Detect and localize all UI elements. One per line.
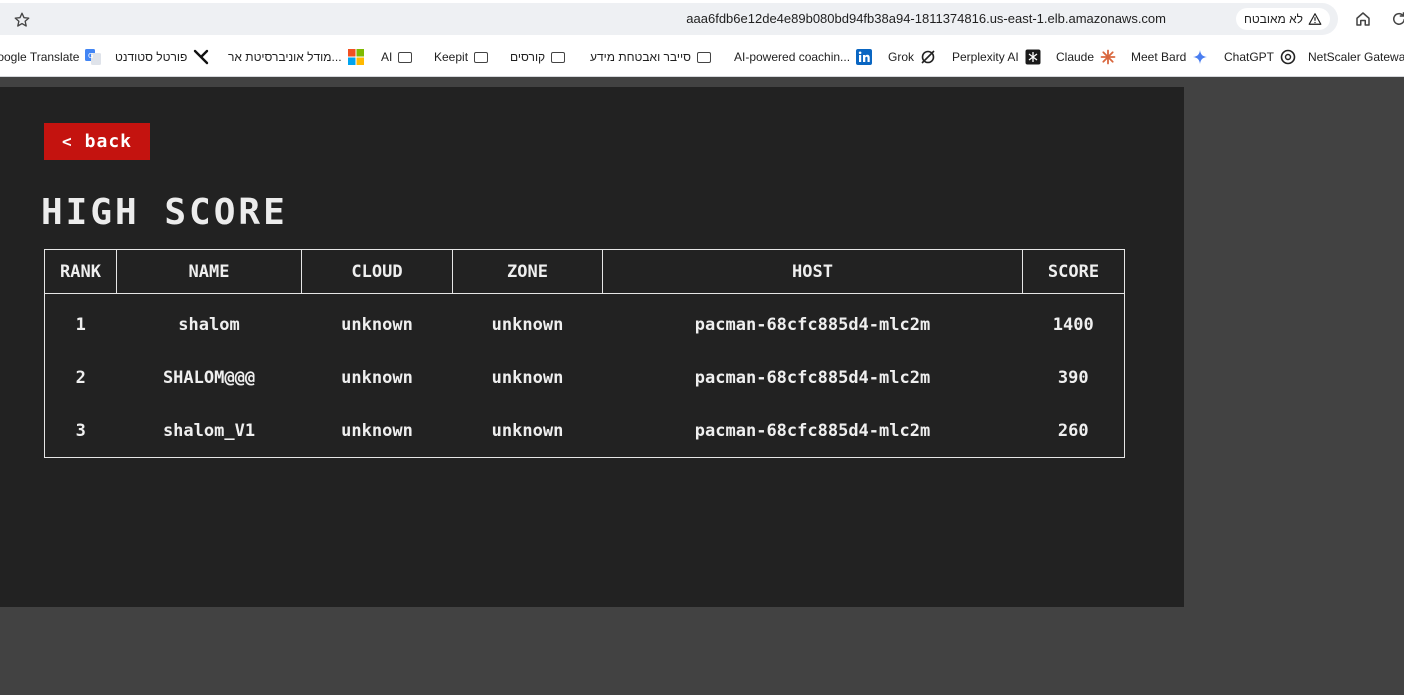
cell-host: pacman-68cfc885d4-mlc2m bbox=[694, 314, 931, 335]
cell-cloud: unknown bbox=[341, 420, 413, 441]
table-row: 3 shalom_V1 unknown unknown pacman-68cfc… bbox=[45, 404, 1125, 458]
back-button[interactable]: < back bbox=[44, 123, 150, 160]
bookmark-label: Google Translate bbox=[0, 50, 80, 64]
bookmark-label: ChatGPT bbox=[1224, 50, 1275, 64]
bookmark-label: סייבר ואבטחת מידע bbox=[590, 50, 691, 64]
cell-zone: unknown bbox=[491, 314, 564, 335]
cell-name: shalom bbox=[178, 314, 240, 335]
bookmark-student-portal[interactable]: פורטל סטודנט bbox=[115, 48, 209, 66]
security-chip[interactable]: לא מאובטח bbox=[1235, 8, 1330, 30]
table-header-row: RANK NAME CLOUD ZONE HOST SCORE bbox=[44, 249, 1125, 294]
bookmark-folder-cyber[interactable]: סייבר ואבטחת מידע bbox=[590, 48, 711, 66]
chatgpt-icon bbox=[1280, 49, 1296, 65]
folder-icon bbox=[398, 51, 413, 63]
bookmark-folder-courses[interactable]: קורסים bbox=[510, 48, 566, 66]
url-text[interactable]: aaa6fdb6e12de4e89b080bd94fb38a94-1811374… bbox=[686, 11, 1166, 26]
bookmark-label: קורסים bbox=[510, 50, 546, 64]
reload-icon[interactable] bbox=[1390, 10, 1404, 28]
bookmark-claude[interactable]: Claude bbox=[1056, 48, 1116, 66]
back-label: back bbox=[84, 131, 132, 152]
linkedin-icon bbox=[856, 49, 873, 65]
page-title: HIGH SCORE bbox=[41, 192, 288, 233]
bookmark-coaching[interactable]: AI-powered coachin... bbox=[734, 48, 873, 66]
bookmark-bard[interactable]: Meet Bard bbox=[1131, 48, 1208, 66]
warning-icon bbox=[1308, 13, 1322, 25]
cell-rank: 2 bbox=[75, 367, 86, 388]
column-header-host: HOST bbox=[602, 249, 1023, 294]
bookmark-label: Meet Bard bbox=[1131, 50, 1187, 64]
cell-host: pacman-68cfc885d4-mlc2m bbox=[694, 367, 931, 388]
high-score-table: RANK NAME CLOUD ZONE HOST SCORE 1 shalom… bbox=[44, 249, 1125, 458]
bookmark-label: Claude bbox=[1056, 50, 1095, 64]
column-header-zone: ZONE bbox=[452, 249, 603, 294]
cell-cloud: unknown bbox=[341, 314, 413, 335]
column-header-rank: RANK bbox=[44, 249, 117, 294]
folder-icon bbox=[551, 51, 566, 63]
microsoft-icon bbox=[347, 49, 364, 65]
cell-zone: unknown bbox=[491, 420, 564, 441]
bookmark-perplexity[interactable]: Perplexity AI bbox=[952, 48, 1041, 66]
svg-text:G: G bbox=[88, 52, 93, 60]
cell-score: 260 bbox=[1057, 420, 1089, 441]
browser-toolbar: aaa6fdb6e12de4e89b080bd94fb38a94-1811374… bbox=[0, 0, 1404, 38]
security-label: לא מאובטח bbox=[1243, 12, 1303, 26]
bookmark-google-translate[interactable]: Google Translate G bbox=[0, 48, 102, 66]
cell-rank: 1 bbox=[75, 314, 86, 335]
bookmark-label: NetScaler Gateway bbox=[1308, 50, 1404, 64]
cell-cloud: unknown bbox=[341, 367, 413, 388]
folder-icon bbox=[474, 51, 489, 63]
bard-icon bbox=[1193, 50, 1208, 64]
grok-icon bbox=[921, 50, 935, 64]
bookmark-netscaler[interactable]: NetScaler Gateway bbox=[1308, 48, 1404, 66]
translate-icon: G bbox=[85, 49, 102, 65]
bookmark-label: AI bbox=[381, 50, 393, 64]
column-header-score: SCORE bbox=[1022, 249, 1125, 294]
cell-host: pacman-68cfc885d4-mlc2m bbox=[694, 420, 931, 441]
bookmark-label: מודל אוניברסיטת אר... bbox=[228, 50, 342, 64]
perplexity-icon bbox=[1025, 49, 1041, 65]
cell-score: 390 bbox=[1057, 367, 1089, 388]
game-panel: < back HIGH SCORE RANK NAME CLOUD ZONE H… bbox=[0, 87, 1184, 607]
cell-rank: 3 bbox=[75, 420, 86, 441]
bookmark-university-model[interactable]: מודל אוניברסיטת אר... bbox=[228, 48, 364, 66]
bookmark-label: פורטל סטודנט bbox=[115, 50, 188, 64]
address-bar[interactable]: aaa6fdb6e12de4e89b080bd94fb38a94-1811374… bbox=[0, 3, 1338, 35]
bookmark-chatgpt[interactable]: ChatGPT bbox=[1224, 48, 1296, 66]
cell-name: shalom_V1 bbox=[162, 420, 256, 441]
chevron-left-icon: < bbox=[62, 132, 73, 151]
cell-zone: unknown bbox=[491, 367, 564, 388]
bookmark-label: Grok bbox=[888, 50, 915, 64]
claude-icon bbox=[1100, 49, 1116, 65]
bookmark-folder-ai[interactable]: AI bbox=[381, 48, 413, 66]
table-row: 1 shalom unknown unknown pacman-68cfc885… bbox=[45, 294, 1125, 352]
table-row: 2 SHALOM@@@ unknown unknown pacman-68cfc… bbox=[45, 351, 1125, 404]
bookmark-grok[interactable]: Grok bbox=[888, 48, 936, 66]
cell-name: SHALOM@@@ bbox=[162, 367, 256, 388]
cell-score: 1400 bbox=[1052, 314, 1094, 335]
column-header-cloud: CLOUD bbox=[301, 249, 453, 294]
star-icon[interactable] bbox=[13, 11, 31, 29]
portal-icon bbox=[194, 49, 209, 65]
bookmark-label: AI-powered coachin... bbox=[734, 50, 851, 64]
bookmark-folder-keepit[interactable]: Keepit bbox=[434, 48, 489, 66]
home-icon[interactable] bbox=[1354, 10, 1372, 28]
bookmark-label: Perplexity AI bbox=[952, 50, 1019, 64]
folder-icon bbox=[696, 51, 711, 63]
column-header-name: NAME bbox=[116, 249, 302, 294]
bookmarks-bar: NetScaler Gateway ChatGPT Meet Bard Clau… bbox=[0, 38, 1404, 77]
bookmark-label: Keepit bbox=[434, 50, 469, 64]
